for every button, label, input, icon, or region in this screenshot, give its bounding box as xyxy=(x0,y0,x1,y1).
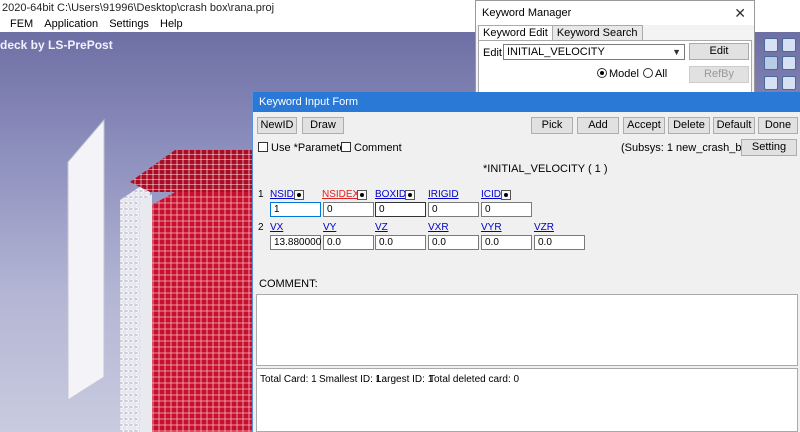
card-row-number: 1 xyxy=(258,189,264,200)
field-label-vz[interactable]: VZ xyxy=(375,222,388,233)
radio-all-indicator[interactable] xyxy=(643,68,653,78)
done-button[interactable]: Done xyxy=(758,117,798,134)
field-label-icid[interactable]: ICID xyxy=(481,189,501,200)
vyr-input[interactable]: 0.0 xyxy=(481,235,532,250)
accept-button[interactable]: Accept xyxy=(623,117,665,134)
field-label-vx[interactable]: VX xyxy=(270,222,283,233)
keyword-manager-tabs: Keyword Edit Keyword Search xyxy=(478,25,643,41)
status-smallest-id: Smallest ID: 1 xyxy=(319,374,382,385)
pick-icid-icon[interactable] xyxy=(501,190,511,200)
field-label-vyr[interactable]: VYR xyxy=(481,222,502,233)
field-label-boxid[interactable]: BOXID xyxy=(375,189,406,200)
keyword-manager-window: Keyword Manager ✕ Keyword Edit Keyword S… xyxy=(475,0,755,100)
status-largest-id: Largest ID: 1 xyxy=(376,374,434,385)
nsid-input[interactable]: 1 xyxy=(270,202,321,217)
menu-help[interactable]: Help xyxy=(156,16,187,32)
side-toolbar xyxy=(762,38,800,98)
status-panel: Total Card: 1 Smallest ID: 1 Largest ID:… xyxy=(256,368,798,432)
box-edge xyxy=(140,194,152,432)
edit-button[interactable]: Edit xyxy=(689,43,749,60)
delete-button[interactable]: Delete xyxy=(668,117,710,134)
crash-box-model xyxy=(67,118,260,432)
status-total-deleted: Total deleted card: 0 xyxy=(429,374,520,385)
comment-label: COMMENT: xyxy=(259,278,318,290)
field-label-vxr[interactable]: VXR xyxy=(428,222,449,233)
keyword-input-form-title: Keyword Input Form xyxy=(259,96,359,108)
keyword-input-form-title-bar[interactable]: Keyword Input Form xyxy=(253,92,800,112)
menu-fem[interactable]: FEM xyxy=(6,16,37,32)
toolbar-tool-icon[interactable] xyxy=(764,56,778,70)
radio-model[interactable]: Model xyxy=(597,68,639,80)
toolbar-tool-icon[interactable] xyxy=(764,76,778,90)
status-total-card: Total Card: 1 xyxy=(260,374,317,385)
keyword-select[interactable]: INITIAL_VELOCITY ▼ xyxy=(503,44,685,60)
nsidex-input[interactable]: 0 xyxy=(323,202,374,217)
chevron-down-icon[interactable]: ▼ xyxy=(672,45,681,59)
field-label-irigid[interactable]: IRIGID xyxy=(428,189,459,200)
close-icon[interactable]: ✕ xyxy=(734,1,746,25)
pick-nsid-icon[interactable] xyxy=(294,190,304,200)
radio-model-indicator[interactable] xyxy=(597,68,607,78)
edit-label: Edit: xyxy=(483,47,506,59)
draw-button[interactable]: Draw xyxy=(302,117,344,134)
keyword-manager-title: Keyword Manager xyxy=(482,7,572,19)
toolbar-tool-icon[interactable] xyxy=(782,56,796,70)
keyword-select-value: INITIAL_VELOCITY xyxy=(507,46,605,58)
newid-button[interactable]: NewID xyxy=(257,117,297,134)
field-label-vy[interactable]: VY xyxy=(323,222,336,233)
card-row-number: 2 xyxy=(258,222,264,233)
vy-input[interactable]: 0.0 xyxy=(323,235,374,250)
menu-application[interactable]: Application xyxy=(40,16,102,32)
comment-checkbox-label: Comment xyxy=(354,142,402,154)
use-parameter-checkbox-box[interactable] xyxy=(258,142,268,152)
refby-button[interactable]: RefBy xyxy=(689,66,749,83)
pick-button[interactable]: Pick xyxy=(531,117,573,134)
vx-input[interactable]: 13.880000 xyxy=(270,235,321,250)
comment-checkbox-box[interactable] xyxy=(341,142,351,152)
radio-all[interactable]: All xyxy=(643,68,667,80)
pick-nsidex-icon[interactable] xyxy=(357,190,367,200)
toolbar-tool-icon[interactable] xyxy=(782,38,796,52)
pick-boxid-icon[interactable] xyxy=(405,190,415,200)
field-label-nsidex[interactable]: NSIDEX xyxy=(322,189,359,200)
use-parameter-checkbox[interactable]: Use *Parameter xyxy=(258,142,349,154)
add-button[interactable]: Add xyxy=(577,117,619,134)
tab-keyword-search[interactable]: Keyword Search xyxy=(551,25,643,41)
default-button[interactable]: Default xyxy=(713,117,755,134)
boxid-input[interactable]: 0 xyxy=(375,202,426,217)
use-parameter-label: Use *Parameter xyxy=(271,142,350,154)
tab-keyword-edit[interactable]: Keyword Edit xyxy=(478,25,553,41)
toolbar-tool-icon[interactable] xyxy=(764,38,778,52)
keyword-input-form: Keyword Input Form NewID Draw Pick Add A… xyxy=(252,92,800,432)
vz-input[interactable]: 0.0 xyxy=(375,235,426,250)
icid-input[interactable]: 0 xyxy=(481,202,532,217)
radio-model-label: Model xyxy=(609,68,639,80)
app-title: 2020-64bit C:\Users\91996\Desktop\crash … xyxy=(2,2,275,14)
vxr-input[interactable]: 0.0 xyxy=(428,235,479,250)
box-front-face xyxy=(148,192,260,432)
menu-settings[interactable]: Settings xyxy=(105,16,153,32)
toolbar-tool-icon[interactable] xyxy=(782,76,796,90)
field-label-vzr[interactable]: VZR xyxy=(534,222,554,233)
comment-checkbox[interactable]: Comment xyxy=(341,142,402,154)
rigid-wall xyxy=(67,118,105,401)
keyword-header: *INITIAL_VELOCITY ( 1 ) xyxy=(483,163,608,175)
comment-textarea[interactable] xyxy=(256,294,798,366)
box-top-face xyxy=(130,150,260,192)
keyword-edit-panel: Edit: INITIAL_VELOCITY ▼ Edit Model All … xyxy=(478,40,752,100)
field-label-nsid[interactable]: NSID xyxy=(270,189,294,200)
irigid-input[interactable]: 0 xyxy=(428,202,479,217)
setting-button[interactable]: Setting xyxy=(741,139,797,156)
keyword-manager-title-bar[interactable]: Keyword Manager ✕ xyxy=(476,1,754,25)
vzr-input[interactable]: 0.0 xyxy=(534,235,585,250)
radio-all-label: All xyxy=(655,68,668,80)
